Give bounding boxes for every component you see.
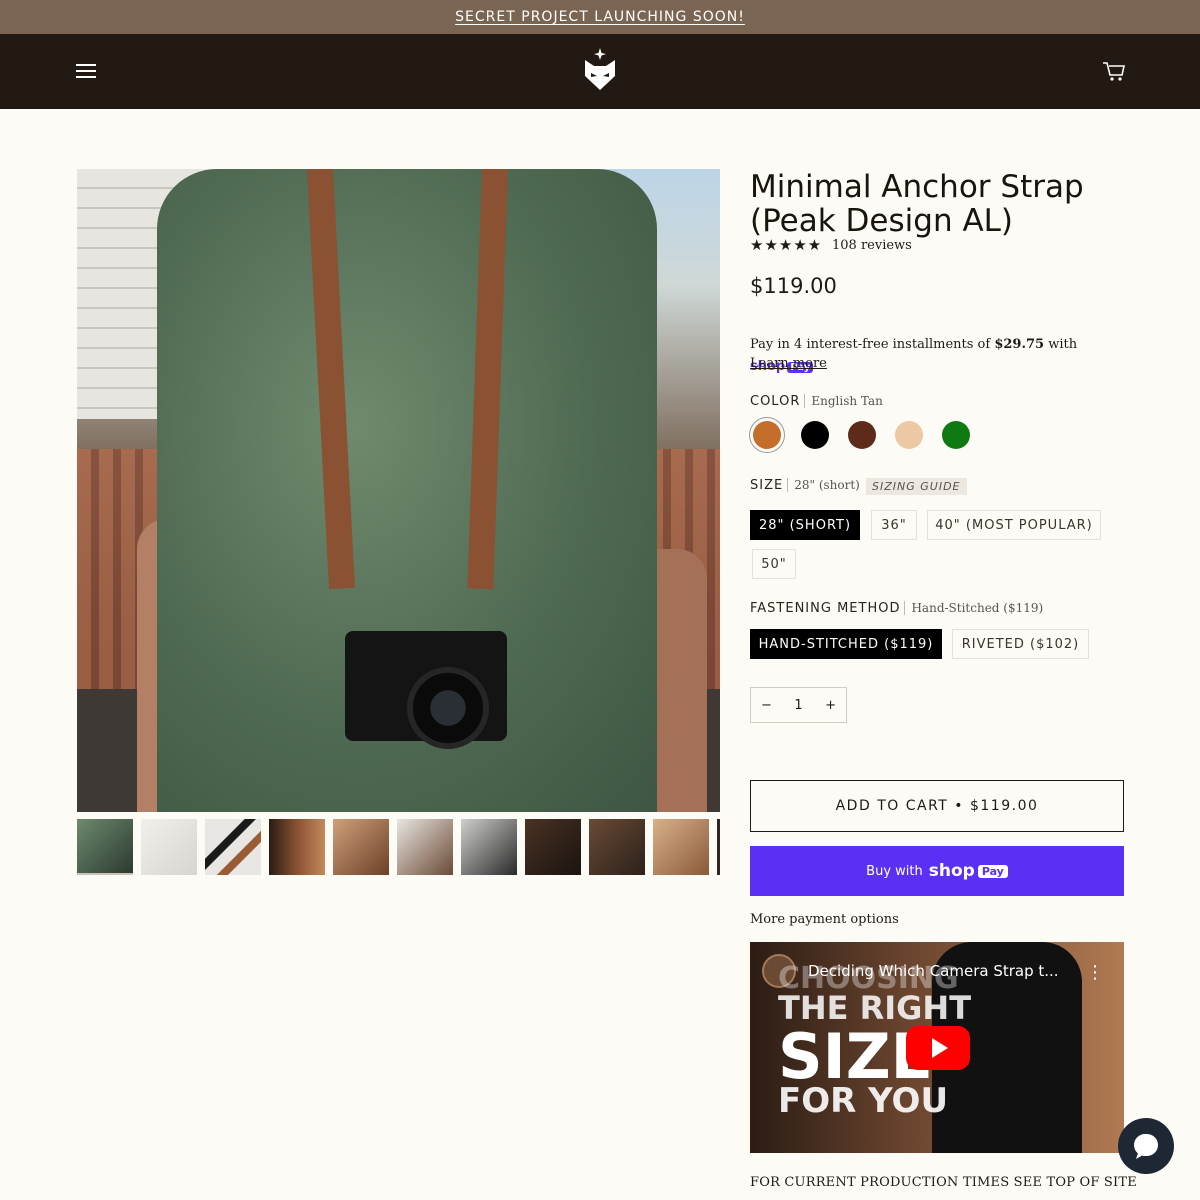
quantity-decrease-button[interactable]: − — [761, 698, 772, 713]
color-option-label: COLOR English Tan — [750, 394, 883, 409]
color-selected-value: English Tan — [804, 394, 883, 408]
fox-logo-icon[interactable] — [582, 46, 618, 92]
thumbnail[interactable] — [141, 819, 197, 875]
chat-bubble-icon[interactable] — [1118, 1118, 1174, 1174]
fastening-selected-value: Hand-Stitched ($119) — [904, 601, 1044, 615]
hamburger-icon[interactable] — [76, 64, 96, 78]
production-times-note: FOR CURRENT PRODUCTION TIMES SEE TOP OF … — [750, 1175, 1137, 1190]
size-option-50[interactable]: 50" — [752, 549, 796, 579]
quantity-increase-button[interactable]: + — [825, 698, 836, 713]
thumbnail[interactable] — [653, 819, 709, 875]
sizing-guide-link[interactable]: SIZING GUIDE — [866, 478, 967, 495]
size-option-label: SIZE 28" (short) — [750, 478, 860, 493]
thumbnail[interactable] — [525, 819, 581, 875]
thumbnail[interactable] — [397, 819, 453, 875]
size-option-40[interactable]: 40" (MOST POPULAR) — [927, 510, 1101, 540]
thumbnail[interactable] — [461, 819, 517, 875]
youtube-video-embed[interactable]: Deciding Which Camera Strap t... ⋮ CHOOS… — [750, 942, 1124, 1153]
thumbnail[interactable] — [333, 819, 389, 875]
video-text-line: FOR YOU — [778, 1081, 949, 1121]
product-title: Minimal Anchor Strap (Peak Design AL) — [750, 169, 1084, 239]
fastening-riveted[interactable]: RIVETED ($102) — [952, 629, 1089, 659]
color-swatch-english-tan[interactable] — [753, 421, 781, 449]
play-button-icon[interactable] — [906, 1026, 970, 1070]
thumbnail[interactable] — [589, 819, 645, 875]
more-payment-options-link[interactable]: More payment options — [750, 912, 899, 927]
buy-with-shop-pay-button[interactable]: Buy with shop Pay — [750, 846, 1124, 896]
fastening-option-label: FASTENING METHOD Hand-Stitched ($119) — [750, 601, 1044, 616]
announcement-link[interactable]: SECRET PROJECT LAUNCHING SOON! — [455, 9, 745, 25]
size-option-28[interactable]: 28" (SHORT) — [750, 510, 860, 540]
color-swatch-natural[interactable] — [895, 421, 923, 449]
product-price: $119.00 — [750, 274, 837, 298]
thumbnail[interactable] — [717, 819, 720, 875]
color-swatch-brown[interactable] — [848, 421, 876, 449]
learn-more-link[interactable]: Learn more — [750, 356, 827, 371]
thumbnail[interactable] — [269, 819, 325, 875]
color-swatch-green[interactable] — [942, 421, 970, 449]
more-options-icon[interactable]: ⋮ — [1086, 962, 1104, 983]
size-selected-value: 28" (short) — [787, 478, 860, 492]
thumbnail-strip — [77, 819, 720, 877]
reviews-link[interactable]: 108 reviews — [832, 238, 912, 253]
thumbnail[interactable] — [205, 819, 261, 875]
size-option-36[interactable]: 36" — [871, 510, 917, 540]
add-to-cart-button[interactable]: ADD TO CART • $119.00 — [750, 780, 1124, 832]
installment-amount: $29.75 — [994, 337, 1045, 352]
product-main-image[interactable] — [77, 169, 720, 812]
color-swatch-black[interactable] — [801, 421, 829, 449]
cart-icon[interactable] — [1102, 61, 1126, 83]
shop-pay-logo-icon: shop — [928, 861, 975, 881]
thumbnail[interactable] — [77, 819, 133, 875]
quantity-input[interactable]: 1 — [794, 698, 802, 713]
site-header — [0, 34, 1200, 109]
rating-stars[interactable]: ★★★★★ — [750, 236, 822, 254]
fastening-hand-stitched[interactable]: HAND-STITCHED ($119) — [750, 629, 942, 659]
quantity-stepper: − 1 + — [750, 687, 847, 723]
announcement-bar: SECRET PROJECT LAUNCHING SOON! — [0, 0, 1200, 34]
